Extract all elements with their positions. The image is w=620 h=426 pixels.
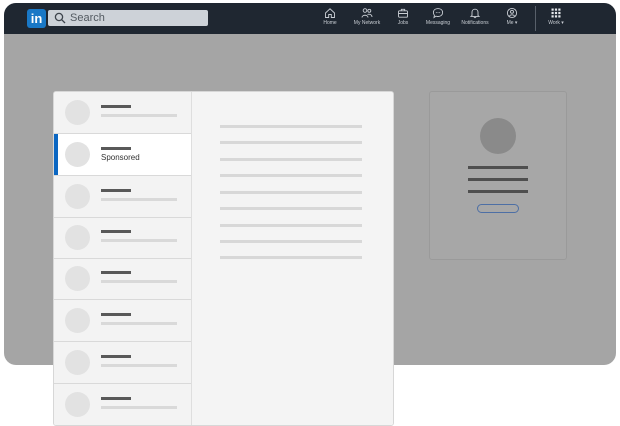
search-placeholder: Search xyxy=(70,12,105,24)
message-line xyxy=(220,224,362,227)
conversation-name xyxy=(101,105,131,108)
people-icon xyxy=(361,8,373,18)
conversation-list: Sponsored xyxy=(54,92,192,425)
nav-label: Home xyxy=(323,20,337,26)
conversation-preview xyxy=(101,322,177,325)
conversation-name xyxy=(101,271,131,274)
nav-my-network[interactable]: My Network xyxy=(349,7,385,32)
profile-action-button[interactable] xyxy=(477,204,519,213)
avatar xyxy=(65,392,90,417)
nav-label: My Network xyxy=(353,20,381,26)
nav-home[interactable]: Home xyxy=(319,7,341,32)
avatar xyxy=(65,308,90,333)
conversation-name xyxy=(101,355,131,358)
conversation-item[interactable] xyxy=(54,92,191,134)
search-icon xyxy=(54,12,66,24)
message-line xyxy=(220,174,362,177)
nav-label: Notifications xyxy=(461,20,489,26)
conversation-preview xyxy=(101,280,177,283)
nav-divider xyxy=(535,6,536,31)
avatar xyxy=(65,100,90,125)
conversation-name xyxy=(101,313,131,316)
sponsored-label: Sponsored xyxy=(101,153,140,162)
nav-label: Work ▾ xyxy=(548,20,564,26)
nav-me[interactable]: Me ▾ xyxy=(501,7,523,32)
messaging-panel: Sponsored xyxy=(53,91,394,426)
conversation-item[interactable] xyxy=(54,300,191,342)
conversation-item[interactable] xyxy=(54,342,191,384)
nav-work[interactable]: Work ▾ xyxy=(544,7,568,32)
global-nav: in Search Home My Network Jobs Messaging xyxy=(4,3,616,34)
conversation-preview xyxy=(101,406,177,409)
nav-messaging[interactable]: Messaging xyxy=(423,7,453,32)
message-line xyxy=(220,141,362,144)
profile-line xyxy=(468,166,528,169)
conversation-preview xyxy=(101,198,177,201)
conversation-item-sponsored[interactable]: Sponsored xyxy=(54,134,191,176)
avatar xyxy=(65,350,90,375)
nav-label: Me ▾ xyxy=(506,20,518,26)
profile-card xyxy=(429,91,567,260)
profile-avatar xyxy=(480,118,516,154)
conversation-item[interactable] xyxy=(54,176,191,218)
conversation-detail xyxy=(192,92,393,425)
message-line xyxy=(220,256,362,259)
avatar xyxy=(65,184,90,209)
avatar xyxy=(65,225,90,250)
profile-icon xyxy=(506,7,518,19)
conversation-item[interactable] xyxy=(54,217,191,259)
profile-line xyxy=(468,190,528,193)
linkedin-logo[interactable]: in xyxy=(27,9,46,28)
nav-jobs[interactable]: Jobs xyxy=(393,7,413,32)
nav-notifications[interactable]: Notifications xyxy=(458,7,492,32)
conversation-name xyxy=(101,397,131,400)
conversation-preview xyxy=(101,364,177,367)
grid-icon xyxy=(551,8,561,18)
conversation-preview xyxy=(101,114,177,117)
message-line xyxy=(220,207,362,210)
message-line xyxy=(220,191,362,194)
profile-line xyxy=(468,178,528,181)
chat-icon xyxy=(432,8,444,19)
avatar xyxy=(65,266,90,291)
avatar xyxy=(65,142,90,167)
conversation-name xyxy=(101,189,131,192)
nav-label: Jobs xyxy=(397,20,409,26)
bell-icon xyxy=(469,8,481,19)
message-line xyxy=(220,125,362,128)
briefcase-icon xyxy=(398,8,408,18)
home-icon xyxy=(325,8,335,18)
conversation-item[interactable] xyxy=(54,384,191,425)
conversation-name xyxy=(101,147,131,150)
conversation-name xyxy=(101,230,131,233)
message-line xyxy=(220,240,362,243)
conversation-preview xyxy=(101,239,177,242)
message-line xyxy=(220,158,362,161)
nav-label: Messaging xyxy=(425,20,451,26)
conversation-item[interactable] xyxy=(54,258,191,300)
search-input[interactable]: Search xyxy=(48,10,208,26)
